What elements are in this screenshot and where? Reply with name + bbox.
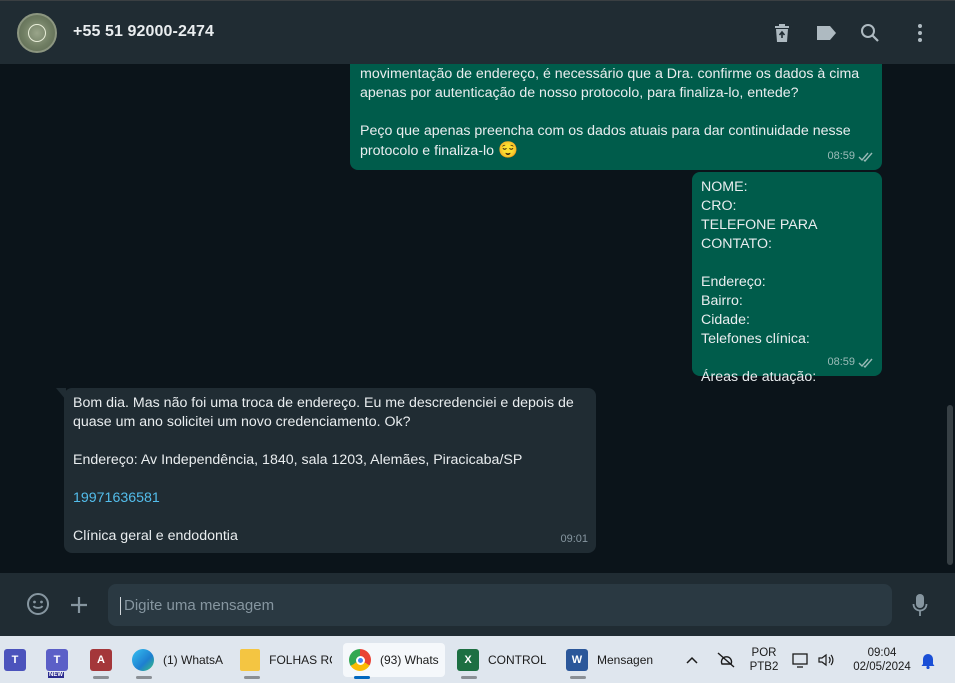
taskbar-label: Mensagen [597,653,654,667]
emoji-icon[interactable] [25,591,51,617]
message-time: 08:59 [827,356,855,368]
trash-icon[interactable] [770,21,794,45]
excel-icon: X [457,649,479,671]
word-icon: W [566,649,588,671]
folder-icon [240,649,261,671]
smile-emoji-icon: 😌 [498,142,518,159]
chrome-icon [349,649,371,671]
taskbar-app-explorer[interactable]: FOLHAS RC [240,643,332,679]
volume-icon[interactable] [817,643,835,677]
chevron-up-icon[interactable] [685,643,699,677]
display-icon[interactable] [792,643,810,677]
text-caret [120,597,121,615]
message-list[interactable]: movimentação de endereço, é necessário q… [0,64,955,573]
message-text: Clínica geral e endodontia [73,528,238,544]
message-meta: 08:59 [827,147,874,166]
taskbar-label: (93) Whats [380,653,439,667]
input-language[interactable]: POR PTB2 [746,646,782,674]
message-outgoing[interactable]: NOME: CRO: TELEFONE PARA CONTATO: Endere… [692,172,882,385]
edge-icon [132,649,154,671]
taskbar-app-word[interactable]: W Mensagen [566,643,662,679]
message-meta: 08:59 [827,353,874,372]
chat-header: +55 51 92000-2474 [0,0,955,64]
message-outgoing[interactable]: movimentação de endereço, é necessário q… [350,64,882,170]
keyboard-layout: PTB2 [749,661,779,673]
taskbar: T T NEW A (1) WhatsA FOLHAS RC (93) What… [0,636,955,683]
scrollbar-thumb[interactable] [947,405,953,565]
teams-icon: T [4,649,26,671]
taskbar-label: CONTROLE [488,653,546,667]
message-time: 08:59 [827,150,855,162]
clock-date: 02/05/2024 [853,661,911,673]
system-clock[interactable]: 09:04 02/05/2024 [848,646,916,674]
notification-bell-icon[interactable] [920,643,936,677]
message-text: movimentação de endereço, é necessário q… [360,66,860,159]
access-icon: A [90,649,112,671]
teams-new-icon: T NEW [46,649,68,678]
taskbar-app-teams-new[interactable]: T NEW [46,643,68,678]
composer [0,573,955,636]
whatsapp-window: +55 51 92000-2474 movimentação de endere… [0,0,955,636]
taskbar-app-edge[interactable]: (1) WhatsA [132,643,230,679]
double-check-icon [858,358,873,368]
taskbar-app-excel[interactable]: X CONTROLE [457,643,549,679]
message-input[interactable] [108,584,892,626]
taskbar-label: FOLHAS RC [269,653,332,667]
message-time: 09:01 [560,533,588,545]
network-off-icon[interactable] [716,643,736,677]
taskbar-app-teams-work[interactable]: T [4,643,26,677]
message-meta: 09:01 [560,530,588,549]
double-check-icon [858,152,873,162]
language-code: POR [751,647,777,659]
search-icon[interactable] [858,21,882,45]
taskbar-app-chrome[interactable]: (93) Whats [343,643,445,679]
taskbar-label: (1) WhatsA [163,653,224,667]
new-badge: NEW [48,672,64,678]
microphone-icon[interactable] [907,592,933,618]
clock-time: 09:04 [867,647,897,659]
message-incoming[interactable]: Bom dia. Mas não foi uma troca de endere… [56,388,596,553]
bubble-tail [56,388,66,400]
phone-link[interactable]: 19971636581 [73,489,587,508]
plus-icon[interactable] [66,592,92,618]
contact-name[interactable]: +55 51 92000-2474 [73,23,214,41]
taskbar-app-access[interactable]: A [90,643,112,679]
label-icon[interactable] [814,21,838,45]
message-text: Bom dia. Mas não foi uma troca de endere… [73,395,574,468]
contact-avatar[interactable] [17,13,57,53]
more-icon[interactable] [908,21,932,45]
